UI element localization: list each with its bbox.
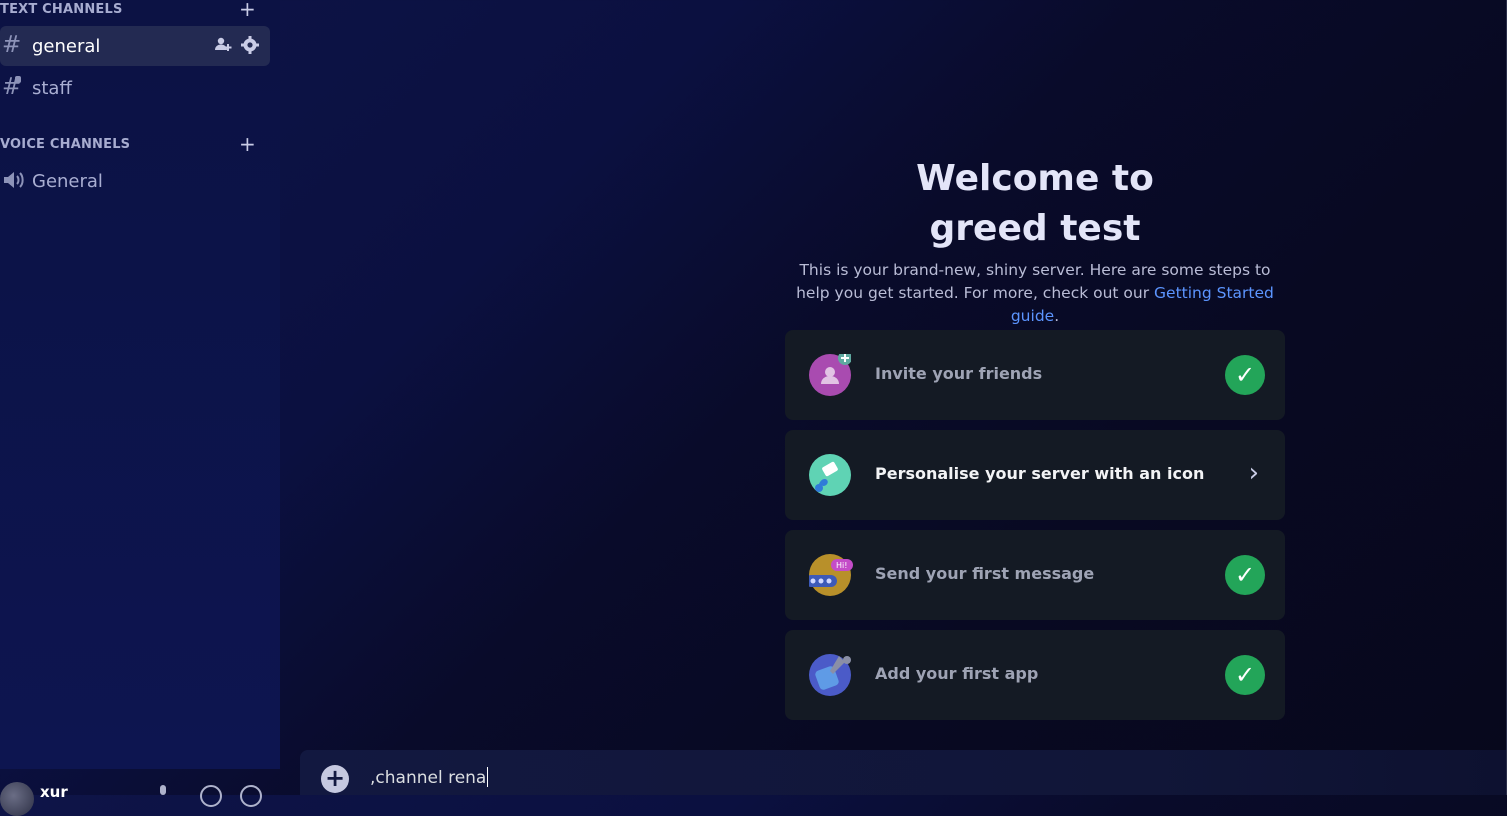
step-invite-friends[interactable]: Invite your friends ✓ (785, 330, 1285, 420)
add-attachment-plus-icon[interactable]: + (321, 765, 349, 793)
app-icon (809, 654, 851, 696)
voice-channels-category[interactable]: VOICE CHANNELS + (0, 132, 270, 156)
add-voice-channel-icon[interactable]: + (239, 132, 256, 156)
invite-members-icon[interactable] (214, 35, 232, 58)
chevron-right-icon: › (1248, 458, 1259, 488)
check-icon: ✓ (1225, 555, 1265, 595)
step-personalise-server[interactable]: Personalise your server with an icon › (785, 430, 1285, 520)
text-channels-label: TEXT CHANNELS (0, 2, 123, 17)
user-panel: xur (0, 769, 280, 816)
check-icon: ✓ (1225, 655, 1265, 695)
channel-staff[interactable]: # staff (0, 68, 270, 108)
step-label: Personalise your server with an icon (875, 464, 1205, 483)
message-composer: + ,channel rena (300, 750, 1507, 795)
lock-icon (15, 76, 21, 83)
voice-channels-label: VOICE CHANNELS (0, 137, 131, 152)
channel-label: general (32, 36, 101, 57)
step-label: Invite your friends (875, 364, 1043, 383)
step-send-message[interactable]: Hi! Send your first message ✓ (785, 530, 1285, 620)
hash-icon: # (2, 32, 22, 58)
channel-sidebar: TEXT CHANNELS + # general # staff VOICE … (0, 0, 280, 769)
channel-general[interactable]: # general (0, 26, 270, 66)
text-caret (487, 767, 489, 787)
invite-friends-icon (809, 351, 852, 396)
welcome-title-line2: greed test (929, 208, 1141, 249)
message-icon: Hi! (805, 554, 853, 596)
welcome-subtitle: This is your brand-new, shiny server. He… (785, 259, 1285, 328)
message-input[interactable]: ,channel rena (370, 767, 489, 788)
channel-label: General (32, 171, 103, 192)
paintbrush-icon (809, 454, 851, 496)
speaker-icon (2, 169, 24, 197)
add-text-channel-icon[interactable]: + (239, 0, 256, 21)
welcome-subtitle-end: . (1054, 307, 1060, 325)
message-input-text: ,channel rena (370, 768, 487, 788)
voice-channel-general[interactable]: General (0, 161, 270, 201)
channel-settings-gear-icon[interactable] (240, 35, 260, 60)
check-icon: ✓ (1225, 355, 1265, 395)
avatar[interactable] (0, 782, 34, 816)
step-add-app[interactable]: Add your first app ✓ (785, 630, 1285, 720)
user-settings-gear-icon[interactable] (240, 785, 262, 807)
headphones-icon[interactable] (200, 785, 222, 807)
step-label: Send your first message (875, 564, 1095, 583)
microphone-icon[interactable] (160, 785, 166, 795)
welcome-title-line1: Welcome to (916, 158, 1154, 199)
text-channels-category[interactable]: TEXT CHANNELS + (0, 0, 270, 21)
svg-text:Hi!: Hi! (836, 561, 847, 570)
username: xur (40, 783, 68, 801)
step-label: Add your first app (875, 664, 1039, 683)
channel-label: staff (32, 78, 72, 99)
welcome-title: Welcome to greed test (785, 154, 1285, 254)
